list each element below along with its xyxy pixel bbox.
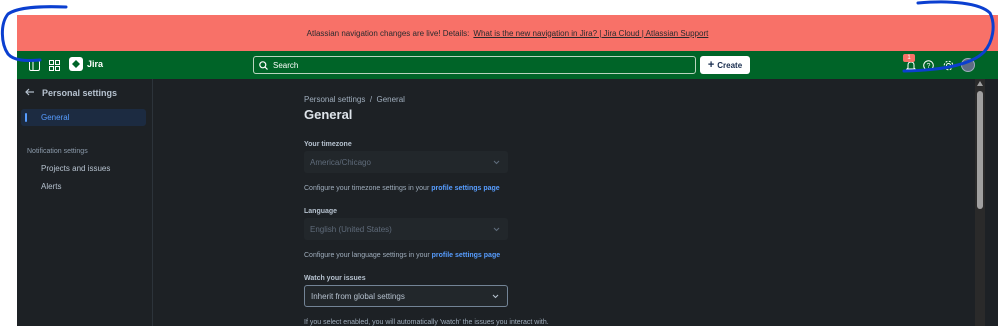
sidebar-item-label: Projects and issues xyxy=(41,164,111,173)
create-label: Create xyxy=(717,60,743,70)
plus-icon: + xyxy=(707,59,715,71)
language-select: English (United States) xyxy=(304,218,508,240)
banner-link[interactable]: What is the new navigation in Jira? | Ji… xyxy=(473,29,708,38)
app-switcher-icon[interactable] xyxy=(47,58,61,72)
sidebar-item-general[interactable]: General xyxy=(21,109,146,126)
timezone-select: America/Chicago xyxy=(304,151,508,173)
arrow-left-icon xyxy=(25,88,35,98)
timezone-help: Configure your timezone settings in your… xyxy=(304,185,500,192)
create-button[interactable]: + Create xyxy=(700,56,750,74)
breadcrumb[interactable]: Personal settings / General xyxy=(304,95,405,104)
jira-app: Atlassian navigation changes are live! D… xyxy=(17,15,998,326)
watch-issues-value: Inherit from global settings xyxy=(311,291,405,301)
scrollbar-thumb[interactable] xyxy=(977,91,983,209)
scroll-up-arrow-icon[interactable] xyxy=(977,81,983,86)
sidebar-item-label: General xyxy=(41,113,70,122)
sidebar-title: Personal settings xyxy=(42,88,118,98)
sidebar-item-label: Alerts xyxy=(41,182,62,191)
language-value: English (United States) xyxy=(310,224,392,234)
timezone-profile-link[interactable]: profile settings page xyxy=(431,185,499,192)
page-title: General xyxy=(304,107,353,122)
sidebar-section-heading: Notification settings xyxy=(27,148,88,155)
watch-issues-label: Watch your issues xyxy=(304,275,366,282)
page-scrollbar[interactable] xyxy=(975,79,985,326)
svg-text:?: ? xyxy=(926,63,930,70)
settings-main: Personal settings / General General Your… xyxy=(154,79,978,326)
timezone-value: America/Chicago xyxy=(310,157,371,167)
back-to-settings[interactable]: Personal settings xyxy=(25,88,117,98)
language-help-text: Configure your language settings in your xyxy=(304,252,430,259)
language-label: Language xyxy=(304,208,338,215)
search-placeholder: Search xyxy=(273,60,299,70)
timezone-label: Your timezone xyxy=(304,141,352,148)
chevron-down-icon xyxy=(492,292,499,301)
chevron-down-icon xyxy=(493,225,500,234)
jira-logo-icon xyxy=(69,57,83,71)
screenshot-frame: Atlassian navigation changes are live! D… xyxy=(0,0,998,326)
banner-text: Atlassian navigation changes are live! D… xyxy=(306,28,470,38)
top-navigation: Jira Search + Create 1 ? xyxy=(17,51,998,79)
sidebar-item-alerts[interactable]: Alerts xyxy=(21,178,146,195)
chevron-down-icon xyxy=(493,158,500,167)
sidebar-item-projects-and-issues[interactable]: Projects and issues xyxy=(21,160,146,177)
user-avatar[interactable] xyxy=(961,58,975,72)
language-profile-link[interactable]: profile settings page xyxy=(432,252,500,259)
product-name: Jira xyxy=(87,59,104,69)
announcement-banner: Atlassian navigation changes are live! D… xyxy=(17,15,998,51)
watch-issues-select[interactable]: Inherit from global settings xyxy=(304,285,508,307)
search-icon xyxy=(259,60,268,70)
search-input[interactable]: Search xyxy=(253,56,696,74)
notification-badge: 1 xyxy=(903,54,915,62)
settings-gear-icon[interactable] xyxy=(941,58,955,72)
watch-issues-help: If you select enabled, you will automati… xyxy=(304,319,549,326)
timezone-help-text: Configure your timezone settings in your xyxy=(304,185,430,192)
language-help: Configure your language settings in your… xyxy=(304,252,500,259)
sidebar-toggle-icon[interactable] xyxy=(27,58,41,72)
help-icon[interactable]: ? xyxy=(921,58,935,72)
settings-sidebar: Personal settings General Notification s… xyxy=(17,79,153,326)
jira-logo[interactable]: Jira xyxy=(69,57,103,71)
